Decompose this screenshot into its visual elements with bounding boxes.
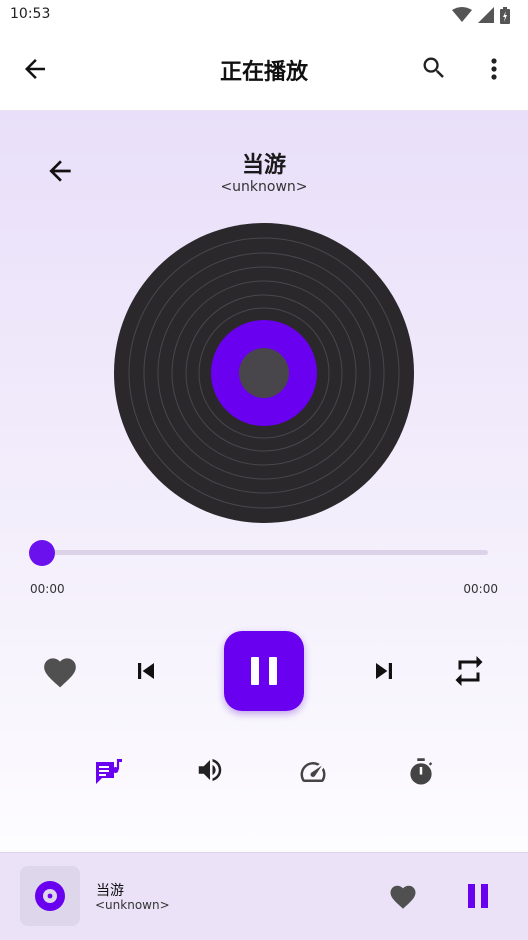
speed-button[interactable] bbox=[296, 755, 330, 789]
mini-song-artist: <unknown> bbox=[95, 898, 170, 912]
skip-previous-icon bbox=[130, 655, 162, 687]
total-time: 00:00 bbox=[463, 582, 498, 596]
lyrics-button[interactable] bbox=[92, 755, 126, 789]
pause-icon[interactable] bbox=[463, 881, 493, 911]
app-bar: 正在播放 bbox=[0, 30, 528, 111]
heart-icon bbox=[41, 653, 79, 689]
repeat-icon bbox=[451, 653, 487, 689]
disc-icon bbox=[34, 880, 66, 912]
cell-signal-icon bbox=[478, 7, 494, 23]
lyrics-icon bbox=[93, 756, 125, 788]
like-button[interactable] bbox=[38, 651, 82, 691]
more-vert-icon[interactable] bbox=[482, 54, 506, 84]
search-icon[interactable] bbox=[420, 54, 450, 84]
mini-album-art[interactable] bbox=[20, 866, 80, 926]
seek-bar[interactable] bbox=[42, 550, 488, 555]
status-icons bbox=[452, 5, 510, 25]
skip-next-icon bbox=[368, 655, 400, 687]
current-time: 00:00 bbox=[30, 582, 65, 596]
volume-button[interactable] bbox=[193, 753, 227, 787]
status-time: 10:53 bbox=[10, 6, 51, 22]
status-bar: 10:53 bbox=[0, 0, 528, 30]
heart-icon[interactable] bbox=[388, 882, 418, 912]
pause-button[interactable] bbox=[224, 631, 304, 711]
album-disc bbox=[114, 223, 414, 523]
song-artist: <unknown> bbox=[220, 179, 308, 195]
battery-icon bbox=[500, 6, 510, 24]
repeat-button[interactable] bbox=[448, 651, 490, 691]
speed-icon bbox=[298, 757, 328, 787]
now-playing-panel: 当游 <unknown> 00:00 00:00 bbox=[0, 111, 528, 851]
volume-icon bbox=[195, 755, 225, 785]
pause-icon bbox=[249, 655, 279, 687]
song-title: 当游 bbox=[241, 153, 286, 178]
seek-thumb[interactable] bbox=[29, 540, 55, 566]
timer-icon bbox=[406, 757, 436, 787]
mini-player[interactable]: 当游 <unknown> bbox=[0, 852, 528, 940]
previous-button[interactable] bbox=[126, 651, 166, 691]
mini-song-title: 当游 bbox=[96, 883, 124, 899]
wifi-icon bbox=[452, 7, 472, 23]
next-button[interactable] bbox=[364, 651, 404, 691]
timer-button[interactable] bbox=[404, 755, 438, 789]
